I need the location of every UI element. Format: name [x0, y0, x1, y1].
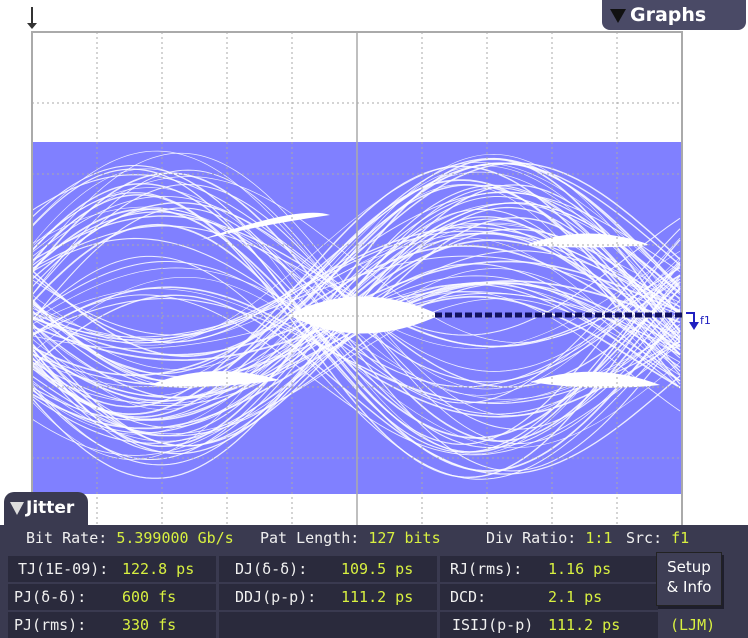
jitter-tab[interactable]: Jitter [4, 492, 88, 528]
pat-length-value: 127 bits [368, 529, 441, 547]
pat-length: Pat Length: 127 bits [260, 529, 441, 547]
triangle-down-icon [10, 501, 24, 515]
measurement-label: RJ(rms): [450, 560, 523, 578]
bit-rate-label: Bit Rate: [26, 529, 108, 547]
bit-rate: Bit Rate: 5.399000 Gb/s [26, 529, 234, 547]
measurement-value: 111.2 ps [341, 588, 414, 606]
f1-marker-label: f1 [700, 314, 711, 327]
setup-line1: Setup [667, 558, 711, 576]
source: Src: f1 [626, 529, 689, 547]
pat-length-label: Pat Length: [260, 529, 360, 547]
src-label: Src: [626, 529, 663, 547]
graphs-tab[interactable]: Graphs [602, 0, 746, 30]
measurement-value: 111.2 ps [548, 616, 621, 634]
measurement-value: 122.8 ps [122, 560, 195, 578]
setup-line2: & Info [666, 578, 712, 596]
measurement-label: DCD: [450, 588, 487, 606]
measurement-label: ISIJ(p-p) [452, 616, 534, 634]
triangle-down-icon [610, 8, 626, 23]
div-ratio-value: 1:1 [585, 529, 613, 547]
mode-indicator: (LJM) [670, 616, 716, 634]
measurement-empty [219, 612, 437, 638]
src-value: f1 [671, 529, 690, 547]
measurement-tj: TJ(1E-09): 122.8 ps [8, 556, 216, 582]
graphs-tab-label: Graphs [630, 4, 707, 26]
measurement-value: 2.1 ps [548, 588, 603, 606]
measurement-value: 109.5 ps [341, 560, 414, 578]
div-ratio-label: Div Ratio: [486, 529, 577, 547]
measurement-label: TJ(1E-09): [18, 560, 109, 578]
setup-info-button[interactable]: Setup & Info [656, 552, 722, 606]
measurement-label: DDJ(p-p): [235, 588, 317, 606]
measurement-table: TJ(1E-09): 122.8 ps DJ(δ-δ): 109.5 ps RJ(r… [8, 556, 658, 638]
measurement-value: 330 fs [122, 616, 177, 634]
measurement-ddj: DDJ(p-p): 111.2 ps [219, 584, 437, 610]
measurement-value: 1.16 ps [548, 560, 612, 578]
measurement-pj: PJ(δ-δ): 600 fs [8, 584, 216, 610]
measurement-label: PJ(δ-δ): [14, 588, 87, 606]
div-ratio: Div Ratio: 1:1 [486, 529, 612, 547]
measurement-rj: RJ(rms): 1.16 ps [440, 556, 658, 582]
measurement-dcd: DCD: 2.1 ps [440, 584, 658, 610]
measurement-label: PJ(rms): [14, 616, 87, 634]
measurement-label: DJ(δ-δ): [235, 560, 308, 578]
measurement-dj: DJ(δ-δ): 109.5 ps [219, 556, 437, 582]
measurement-isij: ISIJ(p-p) 111.2 ps [440, 612, 658, 638]
measurement-value: 600 fs [122, 588, 177, 606]
bit-rate-value: 5.399000 Gb/s [116, 529, 234, 547]
jitter-tab-label: Jitter [26, 498, 75, 518]
f1-level-marker-icon[interactable]: f1 [686, 312, 711, 330]
trigger-marker-icon [27, 7, 37, 29]
measurement-pj-rms: PJ(rms): 330 fs [8, 612, 216, 638]
